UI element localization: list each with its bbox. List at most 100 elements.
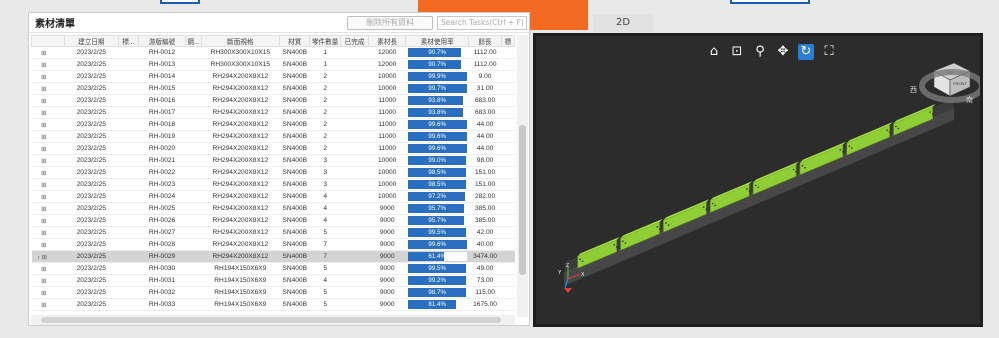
expand-icon[interactable]: ⊞ [31,178,65,191]
expand-icon[interactable]: ⊞ [31,106,65,119]
expand-icon[interactable]: ⊞ [31,286,65,299]
column-header[interactable]: 建立日期 [63,35,120,47]
expand-icon[interactable]: ⊞ [31,214,65,227]
scroll-thumb[interactable] [519,125,526,275]
column-header[interactable]: 已完成 [339,35,370,47]
cell-length: 10000 [368,82,406,95]
cell-usage-rate: 93.8% [405,94,469,107]
cell-remaining: 683.00 [468,94,502,107]
column-header[interactable]: 標 [500,35,516,47]
cell-id: RH-0020 [138,142,186,155]
table-row[interactable]: ⊞ 2023/2/25 RH-0018 RH294X200X8X12 SN400B 2 11… [31,118,515,131]
cell-spec: RH294X200X8X12 [201,166,280,179]
nav-cube[interactable]: TOP FRONT 西 南 [910,62,980,104]
table-row[interactable]: ⊞ 2023/2/25 RH-0013 RH300X300X10X15 SN400B 1 1… [31,58,515,71]
cell-spec: RH294X200X8X12 [201,154,280,167]
column-header[interactable]: 標... [118,35,139,47]
cell-material: SN400B [279,166,310,179]
expand-icon[interactable]: ⊞ [31,202,65,215]
table-row[interactable]: ⊞ 2023/2/25 RH-0024 RH294X200X8X12 SN400B 4 10… [31,190,515,203]
expand-icon[interactable]: ⊞ [31,70,65,83]
table-row[interactable]: ⊞ 2023/2/25 RH-0019 RH294X200X8X12 SN400B 2 11… [31,130,515,143]
home-icon[interactable]: ⌂ [706,44,722,60]
expand-icon[interactable]: ⊞ [31,46,65,59]
column-header[interactable]: 斷面規格 [200,35,280,47]
expand-icon[interactable]: ⊞ [31,226,65,239]
table-row[interactable]: ⊞ 2023/2/25 RH-0030 RH194X150X6X9 SN400B 5 900… [31,262,515,275]
table-row[interactable]: ⊞ 2023/2/25 RH-0020 RH294X200X8X12 SN400B 2 11… [31,142,515,155]
horizontal-scrollbar[interactable] [31,315,515,325]
cell-usage-rate: 98.7% [405,286,469,299]
zoom-icon[interactable]: ⚲ [752,44,768,60]
column-header[interactable]: 素材長 [368,35,407,47]
rotate-icon[interactable]: ↻ [798,44,814,60]
column-header[interactable]: 素材使用率 [405,35,470,47]
expand-icon[interactable]: ⊞ [31,118,65,131]
delete-all-button[interactable]: 刪除所有資料 [347,16,433,30]
expand-icon[interactable]: ⊞ [31,274,65,287]
table-header: 建立日期 標... 游版編號 鋼... 斷面規格 材質 零件數量 已完成 素材長 素材使用率 餘長標 [31,35,516,47]
usage-rate-text: 99.2% [428,277,446,284]
column-header[interactable]: 材質 [278,35,311,47]
table-row[interactable]: ⊞ 2023/2/25 RH-0025 RH294X200X8X12 SN400B 4 90… [31,202,515,215]
3d-scene[interactable]: TOP FRONT 西 南 Y Z X [536,36,980,324]
cell-date: 2023/2/25 [64,238,119,251]
3d-viewport[interactable]: TOP FRONT 西 南 Y Z X ⌂ ⊡ ⚲ ✥ ↻ ⛶ [533,33,983,327]
expand-icon[interactable]: ⊞ [31,82,65,95]
vertical-scrollbar[interactable] [517,35,528,317]
expand-icon[interactable]: ⊞ [31,142,65,155]
expand-icon[interactable]: ⊞ [31,58,65,71]
table-row[interactable]: ⊞ 2023/2/25 RH-0014 RH294X200X8X12 SN400B 2 10… [31,70,515,83]
cell-remaining: 98.00 [468,154,502,167]
table-row[interactable]: ⊞ 2023/2/25 RH-0023 RH294X200X8X12 SN400B 3 10… [31,178,515,191]
table-row[interactable]: ⊞ 2023/2/25 RH-0031 RH194X150X6X9 SN400B 4 900… [31,274,515,287]
column-header[interactable]: 零件數量 [309,35,341,47]
column-header[interactable]: 鋼... [185,35,202,47]
cell-material: SN400B [279,94,310,107]
table-row[interactable]: ⊞ 2023/2/25 RH-0015 RH294X200X8X12 SN400B 2 10… [31,82,515,95]
cell-qty: 4 [309,214,341,227]
cell-material: SN400B [279,178,310,191]
tab-2d[interactable]: 2D [593,14,653,32]
table-row[interactable]: ⊞ 2023/2/25 RH-0016 RH294X200X8X12 SN400B 2 11… [31,94,515,107]
pan-icon[interactable]: ✥ [775,44,791,60]
table-row[interactable]: ⊞ 2023/2/25 RH-0017 RH294X200X8X12 SN400B 2 11… [31,106,515,119]
bolt-hole [665,222,667,224]
table-row[interactable]: ⊞ 2023/2/25 RH-0033 RH194X150X6X9 SN400B 5 900… [31,298,515,311]
cell-id: RH-0033 [138,298,186,311]
expand-icon[interactable]: ⊞ [31,166,65,179]
table-row[interactable]: ⊞ 2023/2/25 RH-0027 RH294X200X8X12 SN400B 5 90… [31,226,515,239]
cell-spec: RH294X200X8X12 [201,106,280,119]
column-header[interactable]: 游版編號 [137,35,187,47]
cell-length: 9000 [368,298,406,311]
zoom-window-icon[interactable]: ⊡ [729,44,745,60]
table-row[interactable]: ⊞ 2023/2/25 RH-0032 RH194X150X6X9 SN400B 5 900… [31,286,515,299]
cell-material: SN400B [279,58,310,71]
table-row[interactable]: ⊞ 2023/2/25 RH-0022 RH294X200X8X12 SN400B 3 10… [31,166,515,179]
cell-length: 12000 [368,58,406,71]
cell-remaining: 3474.00 [468,250,502,263]
expand-icon[interactable]: ⊞ [31,130,65,143]
panel-title: 素材清單 [35,19,75,30]
viewer-toolbar: ⌂ ⊡ ⚲ ✥ ↻ ⛶ [706,44,837,60]
cell-remaining: 282.00 [468,190,502,203]
expand-icon[interactable]: ⊞ [31,298,65,311]
table-row[interactable]: ⊞ 2023/2/25 RH-0028 RH294X200X8X12 SN400B 7 90… [31,238,515,251]
bolt-hole [801,164,804,167]
table-row[interactable]: ⊞ 2023/2/25 RH-0012 RH300X300X10X15 SN400B 1 1… [31,46,515,59]
table-row[interactable]: › ⊞ 2023/2/25 RH-0029 RH294X200X8X12 SN400B 7… [31,250,515,263]
cell-date: 2023/2/25 [64,202,119,215]
search-input[interactable]: Search Tasks(Ctrl + F) [437,16,527,30]
table-row[interactable]: ⊞ 2023/2/25 RH-0021 RH294X200X8X12 SN400B 3 10… [31,154,515,167]
expand-icon[interactable]: ⊞ [31,154,65,167]
fullscreen-icon[interactable]: ⛶ [821,44,837,60]
expand-icon[interactable]: › ⊞ [31,250,65,263]
column-header[interactable]: 餘長 [468,35,502,47]
expand-icon[interactable]: ⊞ [31,262,65,275]
table-row[interactable]: ⊞ 2023/2/25 RH-0026 RH294X200X8X12 SN400B 4 90… [31,214,515,227]
bolt-hole [579,258,581,261]
expand-icon[interactable]: ⊞ [31,190,65,203]
scroll-thumb[interactable] [41,317,501,323]
expand-icon[interactable]: ⊞ [31,238,65,251]
expand-icon[interactable]: ⊞ [31,94,65,107]
